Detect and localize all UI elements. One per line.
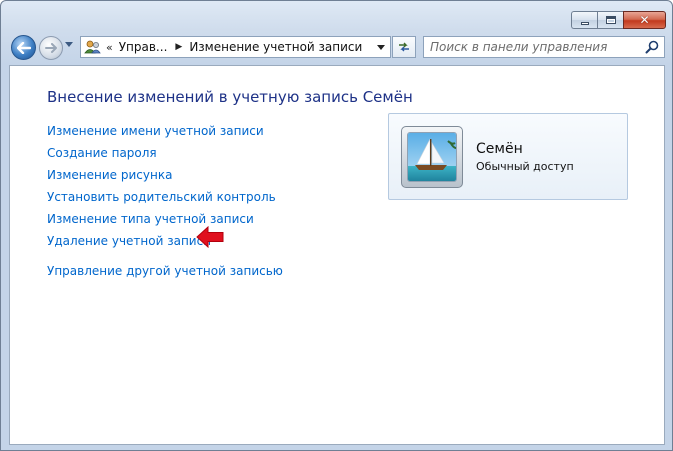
task-links: Изменение имени учетной записи Создание …: [47, 120, 283, 282]
sailboat-picture: [407, 132, 457, 182]
breadcrumb-overflow[interactable]: «: [106, 41, 113, 54]
breadcrumb-item-control-panel[interactable]: Управ...: [119, 40, 168, 54]
forward-button[interactable]: [39, 36, 63, 60]
breadcrumb: « Управ... ▶ Изменение учетной записи: [102, 40, 362, 54]
delete-account-link[interactable]: Удаление учетной записи: [47, 230, 283, 252]
minimize-icon: [580, 21, 589, 25]
change-account-type-link[interactable]: Изменение типа учетной записи: [47, 208, 283, 230]
maximize-icon: [605, 16, 616, 24]
parental-controls-link[interactable]: Установить родительский контроль: [47, 186, 283, 208]
content-pane: Внесение изменений в учетную запись Семё…: [9, 65, 665, 445]
page-title: Внесение изменений в учетную запись Семё…: [47, 88, 413, 106]
red-arrow-icon: [196, 226, 224, 248]
create-password-link[interactable]: Создание пароля: [47, 142, 283, 164]
change-name-link[interactable]: Изменение имени учетной записи: [47, 120, 283, 142]
control-panel-window: ✕ « Управ... ▶ Изменение учетной записи: [0, 0, 673, 451]
caption-buttons: ✕: [571, 11, 666, 29]
close-button[interactable]: ✕: [623, 11, 666, 29]
back-button[interactable]: [11, 35, 36, 60]
change-picture-link[interactable]: Изменение рисунка: [47, 164, 283, 186]
search-box[interactable]: [423, 36, 665, 58]
user-accounts-icon: [84, 39, 102, 55]
minimize-button[interactable]: [571, 11, 597, 29]
maximize-button[interactable]: [597, 11, 623, 29]
breadcrumb-separator-icon[interactable]: ▶: [175, 42, 182, 52]
refresh-icon: [399, 42, 409, 52]
recent-pages-dropdown[interactable]: [65, 42, 73, 47]
account-type: Обычный доступ: [476, 160, 574, 173]
breadcrumb-item-current[interactable]: Изменение учетной записи: [189, 40, 362, 54]
avatar[interactable]: [401, 126, 463, 188]
back-arrow-icon: [16, 41, 31, 54]
refresh-button[interactable]: [392, 36, 416, 58]
address-dropdown-icon[interactable]: [377, 45, 385, 50]
search-icon[interactable]: [645, 40, 659, 54]
forward-arrow-icon: [45, 43, 57, 53]
close-icon: ✕: [639, 13, 650, 27]
account-card: Семён Обычный доступ: [388, 113, 628, 200]
account-name: Семён: [476, 141, 523, 157]
manage-another-account-link[interactable]: Управление другой учетной записью: [47, 260, 283, 282]
search-input[interactable]: [430, 40, 640, 54]
address-bar[interactable]: « Управ... ▶ Изменение учетной записи: [80, 36, 391, 58]
